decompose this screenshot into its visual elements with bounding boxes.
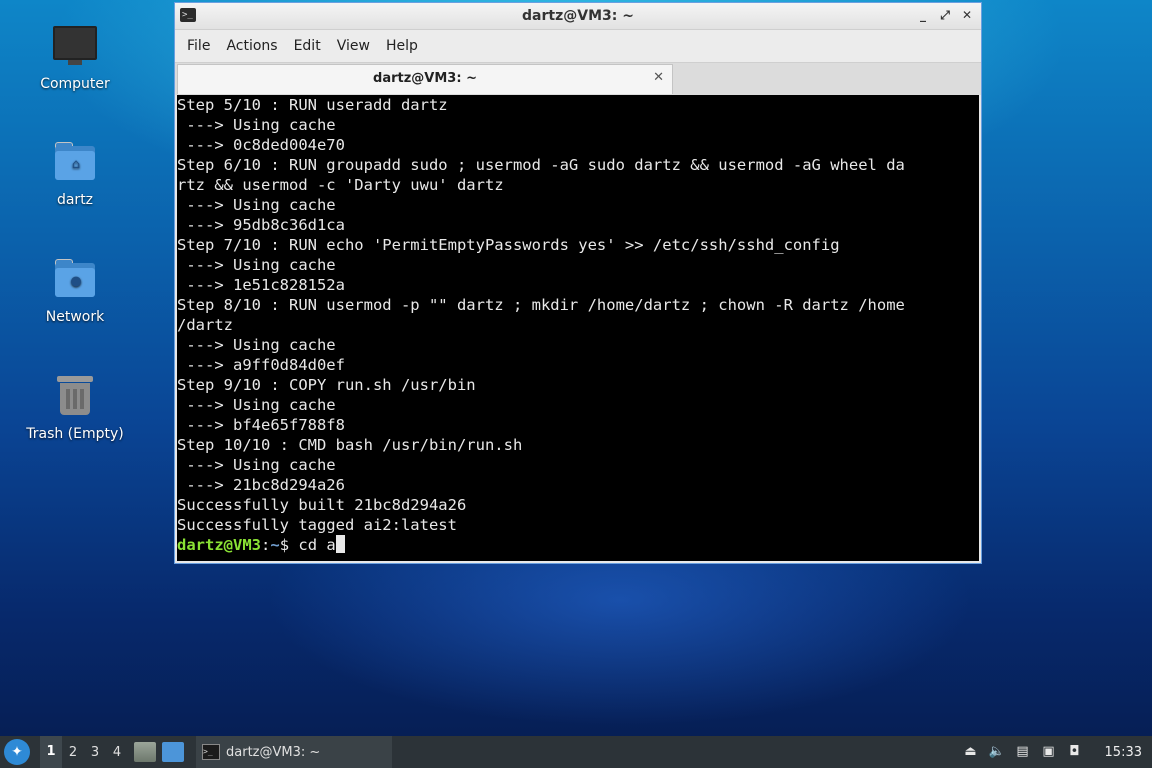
prompt-line: dartz@VM3:~$ cd a	[177, 535, 979, 555]
maximize-button[interactable]: ⤢	[937, 7, 953, 23]
tab-terminal[interactable]: dartz@VM3: ~ ✕	[177, 64, 673, 94]
terminal-line: Step 5/10 : RUN useradd dartz	[177, 96, 448, 114]
notification-icon[interactable]: ◘	[1067, 744, 1083, 760]
desktop-icon-dartz[interactable]: ⌂ dartz	[20, 138, 130, 208]
eject-icon[interactable]: ⏏	[963, 744, 979, 760]
terminal-line: Successfully tagged ai2:latest	[177, 516, 457, 534]
desktop-icon-label: Computer	[40, 76, 110, 92]
terminal-line: Step 8/10 : RUN usermod -p "" dartz ; mk…	[177, 296, 905, 314]
terminal-output[interactable]: Step 5/10 : RUN useradd dartz ---> Using…	[177, 95, 979, 561]
desktop-icon-label: Trash (Empty)	[26, 426, 124, 442]
terminal-icon: >_	[202, 744, 220, 760]
menu-view[interactable]: View	[329, 38, 378, 54]
terminal-line: ---> 21bc8d294a26	[177, 476, 345, 494]
terminal-line: ---> Using cache	[177, 116, 336, 134]
terminal-line: ---> a9ff0d84d0ef	[177, 356, 345, 374]
terminal-line: Step 9/10 : COPY run.sh /usr/bin	[177, 376, 476, 394]
terminal-line: ---> Using cache	[177, 336, 336, 354]
terminal-line: ---> bf4e65f788f8	[177, 416, 345, 434]
desktop-icon-computer[interactable]: Computer	[20, 22, 130, 92]
menu-bar: File Actions Edit View Help	[175, 30, 981, 62]
workspace-1[interactable]: 1	[40, 736, 62, 768]
desktop-icon-trash[interactable]: Trash (Empty)	[20, 372, 130, 442]
tab-label: dartz@VM3: ~	[373, 71, 477, 86]
computer-icon	[51, 22, 99, 70]
prompt-separator: :	[261, 536, 271, 554]
text-cursor	[335, 535, 345, 553]
terminal-line: /dartz	[177, 316, 233, 334]
terminal-line: ---> Using cache	[177, 456, 336, 474]
terminal-line: ---> Using cache	[177, 196, 336, 214]
prompt-user: dartz@VM3	[177, 536, 261, 554]
tab-bar: dartz@VM3: ~ ✕	[175, 62, 981, 95]
home-folder-icon: ⌂	[51, 138, 99, 186]
window-titlebar[interactable]: >_ dartz@VM3: ~ _ ⤢ ✕	[175, 3, 981, 30]
file-manager-launcher-icon[interactable]	[134, 742, 156, 762]
terminal-window: >_ dartz@VM3: ~ _ ⤢ ✕ File Actions Edit …	[174, 2, 982, 564]
terminal-line: ---> 0c8ded004e70	[177, 136, 345, 154]
menu-actions[interactable]: Actions	[218, 38, 285, 54]
terminal-line: Step 10/10 : CMD bash /usr/bin/run.sh	[177, 436, 523, 454]
menu-file[interactable]: File	[179, 38, 218, 54]
clipboard-icon[interactable]: ▤	[1015, 744, 1031, 760]
tab-close-icon[interactable]: ✕	[653, 70, 664, 85]
network-folder-icon: ●	[51, 255, 99, 303]
minimize-button[interactable]: _	[915, 7, 931, 23]
system-tray: ⏏ 🔈 ▤ ▣ ◘ 15:33	[963, 744, 1152, 760]
desktop-icon-label: dartz	[56, 192, 94, 208]
terminal-line: Successfully built 21bc8d294a26	[177, 496, 467, 514]
window-title: dartz@VM3: ~	[522, 8, 634, 24]
volume-icon[interactable]: 🔈	[989, 744, 1005, 760]
trash-icon	[51, 372, 99, 420]
terminal-line: Step 7/10 : RUN echo 'PermitEmptyPasswor…	[177, 236, 840, 254]
terminal-line: Step 6/10 : RUN groupadd sudo ; usermod …	[177, 156, 905, 174]
prompt-path: ~	[270, 536, 280, 554]
terminal-line: ---> Using cache	[177, 256, 336, 274]
network-icon[interactable]: ▣	[1041, 744, 1057, 760]
terminal-line: ---> 95db8c36d1ca	[177, 216, 345, 234]
taskbar: ✦ 1 2 3 4 >_ dartz@VM3: ~ ⏏ 🔈 ▤ ▣ ◘ 15:3…	[0, 736, 1152, 768]
prompt-symbol: $	[279, 536, 299, 554]
start-menu-icon[interactable]: ✦	[4, 739, 30, 765]
close-button[interactable]: ✕	[959, 7, 975, 23]
desktop-icon-label: Network	[45, 309, 105, 325]
terminal-line: ---> Using cache	[177, 396, 336, 414]
desktop-icon-network[interactable]: ● Network	[20, 255, 130, 325]
folder-launcher-icon[interactable]	[162, 742, 184, 762]
clock[interactable]: 15:33	[1105, 745, 1142, 760]
workspace-3[interactable]: 3	[84, 745, 106, 760]
taskbar-item-label: dartz@VM3: ~	[226, 744, 321, 760]
workspace-2[interactable]: 2	[62, 745, 84, 760]
taskbar-item-terminal[interactable]: >_ dartz@VM3: ~	[196, 736, 392, 768]
command-input[interactable]: cd a	[298, 536, 335, 554]
terminal-line: rtz && usermod -c 'Darty uwu' dartz	[177, 176, 504, 194]
workspace-4[interactable]: 4	[106, 745, 128, 760]
terminal-line: ---> 1e51c828152a	[177, 276, 345, 294]
menu-help[interactable]: Help	[378, 38, 426, 54]
menu-edit[interactable]: Edit	[286, 38, 329, 54]
